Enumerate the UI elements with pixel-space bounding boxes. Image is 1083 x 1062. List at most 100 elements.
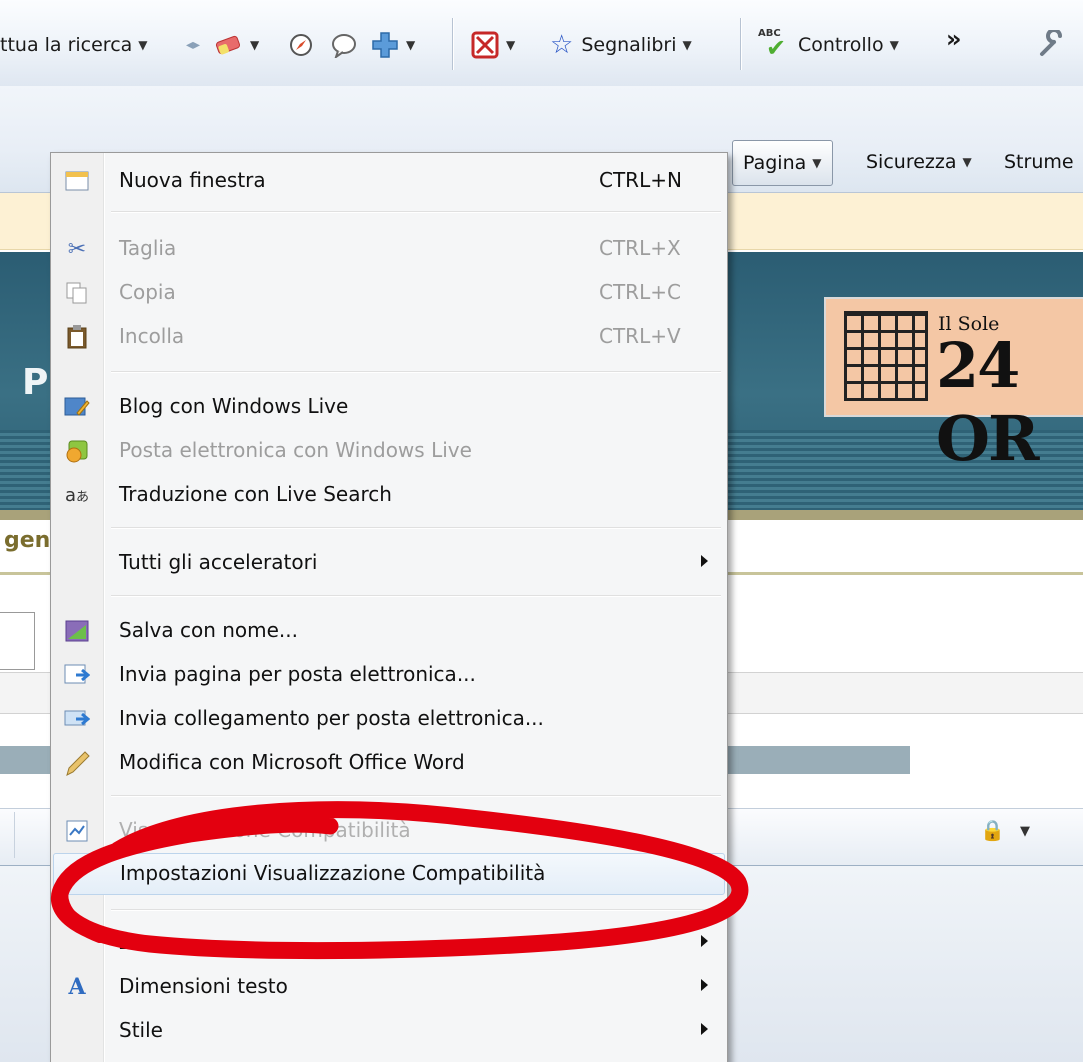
menu-item-mail-live[interactable]: Posta elettronica con Windows Live [51,431,727,471]
menu-item-label: Invia collegamento per posta elettronica… [119,706,544,730]
clipboard-icon [63,323,91,351]
submenu-arrow-icon [701,979,708,991]
menu-item-translate[interactable]: aあ Traduzione con Live Search [51,475,727,515]
menu-item-edit-word[interactable]: Modifica con Microsoft Office Word [51,743,727,783]
spellcheck-icon: ABC ✔ [758,28,792,62]
menu-item-label: Modifica con Microsoft Office Word [119,750,465,774]
chevron-down-icon[interactable]: ▼ [406,38,415,52]
feed-button[interactable]: ▼ [470,28,515,62]
menu-item-shortcut: CTRL+N [599,168,682,192]
scissors-icon: ✂ [67,236,87,262]
menu-item-label: Copia [119,280,176,304]
menu-item-new-window[interactable]: Nuova finestra CTRL+N [51,161,727,201]
banner-text: P [22,362,49,403]
menu-item-label: Blog con Windows Live [119,394,349,418]
chat-bubble-icon [332,34,356,58]
menu-item-zoom[interactable]: Zoom [51,923,727,963]
menu-item-compat-settings[interactable]: Impostazioni Visualizzazione Compatibili… [53,853,725,895]
chevron-down-icon[interactable]: ▼ [250,38,259,52]
plus-icon [372,32,398,58]
menu-separator [111,211,721,213]
bookmarks-label: Segnalibri [581,34,677,56]
tools-menu-button[interactable]: Strume [1004,140,1074,184]
chevron-down-icon[interactable]: ▼ [683,38,692,52]
search-label: ttua la ricerca [0,34,133,56]
page-label: Pagina [743,152,807,174]
menu-item-compat-view[interactable]: Visualizzazione Compatibilità [51,811,727,851]
status-divider [14,812,15,858]
menu-item-save-as[interactable]: Salva con nome... [51,611,727,651]
sole24ore-logo[interactable]: Il Sole 24 OR [824,297,1083,475]
logo-big-text: 24 OR [936,329,1040,475]
submenu-arrow-icon [701,555,708,567]
menu-item-all-accelerators[interactable]: Tutti gli acceleratori [51,543,727,583]
menu-item-send-page[interactable]: Invia pagina per posta elettronica... [51,655,727,695]
menu-item-label: Salva con nome... [119,618,298,642]
menu-item-label: Invia pagina per posta elettronica... [119,662,476,686]
menu-item-label: Zoom [119,930,177,954]
nav-text[interactable]: gen [4,528,50,553]
check-label: Controllo [798,34,884,56]
save-icon [63,617,91,645]
browser-toolbar: ttua la ricerca ▼ ◂▸ ▼ ▼ ▼ ☆ Segnalibri … [0,0,1083,87]
compat-view-icon [63,817,91,845]
logo-grid-icon [844,311,928,401]
menu-item-style[interactable]: Stile [51,1011,727,1051]
chevron-down-icon: ▼ [812,156,822,170]
security-zone-icon[interactable]: 🔒 [980,818,1005,842]
toolbar-divider [740,18,741,70]
menu-item-label: Nuova finestra [119,168,266,192]
blog-icon [63,393,91,421]
submenu-arrow-icon [701,1023,708,1035]
chevrons-right-icon: » [946,25,962,53]
chevron-down-icon[interactable]: ▼ [138,38,147,52]
menu-item-label: Tutti gli acceleratori [119,550,318,574]
menu-item-send-link[interactable]: Invia collegamento per posta elettronica… [51,699,727,739]
more-button[interactable]: » [946,22,962,56]
new-window-icon [63,167,91,195]
chat-button[interactable] [330,28,358,62]
star-icon: ☆ [550,30,574,60]
pencil-icon [63,749,91,777]
chevron-down-icon[interactable]: ▼ [1020,824,1030,839]
eraser-icon [215,35,241,55]
menu-item-label: Stile [119,1018,163,1042]
menu-item-shortcut: CTRL+X [599,236,681,260]
menu-item-text-size[interactable]: A Dimensioni testo [51,967,727,1007]
settings-button[interactable] [1036,28,1070,62]
chevron-down-icon[interactable]: ▼ [506,38,515,52]
menu-item-label: Incolla [119,324,185,348]
page-menu-button[interactable]: Pagina ▼ [732,140,833,186]
text-size-icon: A [68,974,86,1000]
menu-separator [111,371,721,373]
spellcheck-button[interactable]: ABC ✔ Controllo ▼ [758,28,899,62]
add-button[interactable]: ▼ [370,28,415,62]
eraser-button[interactable]: ▼ [214,28,259,62]
copy-icon [63,279,91,307]
translate-icon: aあ [64,484,90,506]
menu-item-label: Posta elettronica con Windows Live [119,438,472,462]
security-menu-button[interactable]: Sicurezza ▼ [866,140,972,184]
send-page-icon [63,661,91,689]
menu-item-label: Dimensioni testo [119,974,288,998]
compass-button[interactable] [288,28,314,62]
tools-label: Strume [1004,151,1074,173]
screenshot-stage: ttua la ricerca ▼ ◂▸ ▼ ▼ ▼ ☆ Segnalibri … [0,0,1083,1062]
security-label: Sicurezza [866,151,957,173]
menu-item-shortcut: CTRL+V [599,324,681,348]
menu-item-cut[interactable]: ✂ Taglia CTRL+X [51,229,727,269]
menu-item-paste[interactable]: Incolla CTRL+V [51,317,727,357]
chevron-down-icon[interactable]: ▼ [890,38,899,52]
menu-separator [111,527,721,529]
bookmarks-button[interactable]: ☆ Segnalibri ▼ [550,28,692,62]
feed-icon [471,31,499,59]
compass-icon [290,34,312,56]
send-link-icon [63,705,91,733]
search-button[interactable]: ttua la ricerca ▼ [0,28,148,62]
menu-item-label: Impostazioni Visualizzazione Compatibili… [120,861,546,885]
menu-item-label: Traduzione con Live Search [119,482,392,506]
menu-item-blog-live[interactable]: Blog con Windows Live [51,387,727,427]
mail-live-icon [63,437,91,465]
menu-item-copy[interactable]: Copia CTRL+C [51,273,727,313]
page-menu: Nuova finestra CTRL+N ✂ Taglia CTRL+X Co… [50,152,728,1062]
